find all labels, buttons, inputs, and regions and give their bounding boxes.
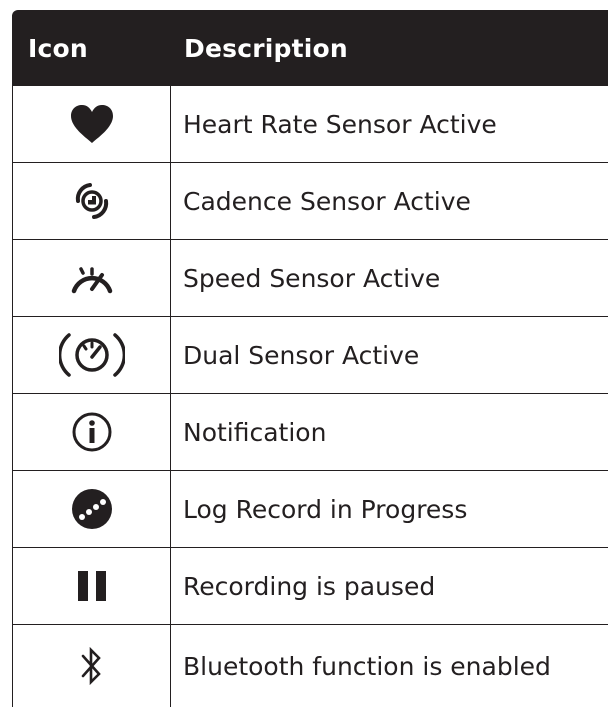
icon-cell — [13, 86, 171, 162]
row-description: Heart Rate Sensor Active — [183, 109, 497, 139]
icon-cell — [13, 625, 171, 707]
table-header: Icon Description — [12, 10, 608, 86]
table-row: Heart Rate Sensor Active — [12, 86, 608, 163]
row-description: Speed Sensor Active — [183, 263, 441, 293]
table-row: Recording is paused — [12, 548, 608, 625]
icon-cell — [13, 471, 171, 547]
dual-sensor-icon — [58, 333, 125, 377]
speed-sensor-icon — [71, 267, 112, 294]
icon-cell — [13, 394, 171, 470]
header-description-label: Description — [184, 33, 348, 63]
icon-cell — [13, 163, 171, 239]
header-icon-label: Icon — [28, 33, 88, 63]
icon-cell — [13, 240, 171, 316]
row-description: Dual Sensor Active — [183, 340, 420, 370]
header-description-cell: Description — [170, 10, 608, 86]
table-row: Dual Sensor Active — [12, 317, 608, 394]
icon-cell — [13, 317, 171, 393]
icon-legend-table: Icon Description Heart Rate Sensor Activ… — [12, 10, 608, 707]
row-description: Recording is paused — [183, 571, 436, 601]
log-record-icon — [71, 489, 112, 529]
bluetooth-icon — [81, 646, 101, 686]
pause-icon — [77, 571, 106, 601]
cadence-sensor-icon — [75, 183, 108, 219]
heart-icon — [70, 105, 113, 143]
row-description: Log Record in Progress — [183, 494, 468, 524]
header-icon-cell: Icon — [12, 10, 170, 86]
icon-cell — [13, 548, 171, 624]
row-description: Notification — [183, 417, 327, 447]
row-description: Cadence Sensor Active — [183, 186, 471, 216]
table-row: Notification — [12, 394, 608, 471]
table-row: Speed Sensor Active — [12, 240, 608, 317]
info-icon — [72, 412, 111, 452]
table-row: Cadence Sensor Active — [12, 163, 608, 240]
table-row: Log Record in Progress — [12, 471, 608, 548]
table-row: Bluetooth function is enabled — [12, 625, 608, 707]
row-description: Bluetooth function is enabled — [183, 651, 551, 681]
